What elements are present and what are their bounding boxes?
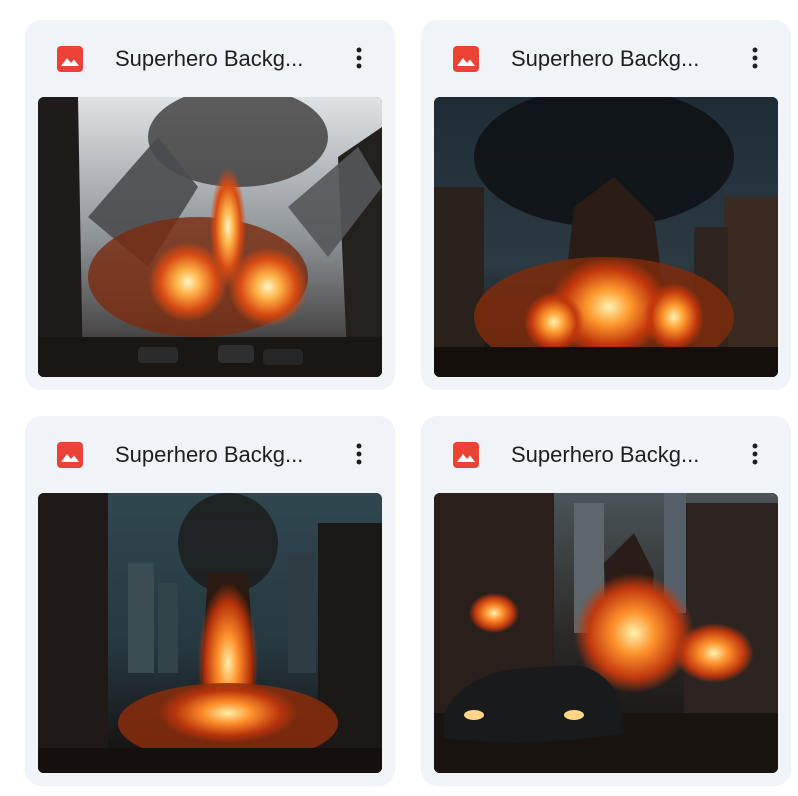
image-file-icon xyxy=(453,442,479,468)
more-vert-icon xyxy=(752,443,758,465)
image-file-icon xyxy=(57,46,83,72)
file-thumbnail[interactable] xyxy=(434,97,778,377)
file-card[interactable]: Superhero Backg... xyxy=(25,416,395,786)
more-options-button[interactable] xyxy=(343,42,375,74)
file-grid: Superhero Backg... Superhero Backg... Su… xyxy=(0,0,798,796)
file-name: Superhero Backg... xyxy=(115,442,304,467)
file-thumbnail[interactable] xyxy=(38,493,382,773)
more-options-button[interactable] xyxy=(739,42,771,74)
thumbnail-image-city-explosion xyxy=(38,97,382,377)
file-card-header: Superhero Backg... xyxy=(25,20,395,96)
file-card-header: Superhero Backg... xyxy=(25,416,395,492)
more-vert-icon xyxy=(356,47,362,69)
file-card[interactable]: Superhero Backg... xyxy=(421,416,791,786)
file-card-header: Superhero Backg... xyxy=(421,416,791,492)
thumbnail-image-car-burning-street xyxy=(434,493,778,773)
file-name: Superhero Backg... xyxy=(511,46,700,71)
more-options-button[interactable] xyxy=(739,438,771,470)
file-card[interactable]: Superhero Backg... xyxy=(421,20,791,390)
thumbnail-image-city-fire-night xyxy=(434,97,778,377)
thumbnail-image-burning-tower xyxy=(38,493,382,773)
file-card-header: Superhero Backg... xyxy=(421,20,791,96)
image-file-icon xyxy=(453,46,479,72)
file-thumbnail[interactable] xyxy=(434,493,778,773)
more-vert-icon xyxy=(752,47,758,69)
file-name: Superhero Backg... xyxy=(115,46,304,71)
more-options-button[interactable] xyxy=(343,438,375,470)
file-card[interactable]: Superhero Backg... xyxy=(25,20,395,390)
file-name: Superhero Backg... xyxy=(511,442,700,467)
more-vert-icon xyxy=(356,443,362,465)
image-file-icon xyxy=(57,442,83,468)
file-thumbnail[interactable] xyxy=(38,97,382,377)
